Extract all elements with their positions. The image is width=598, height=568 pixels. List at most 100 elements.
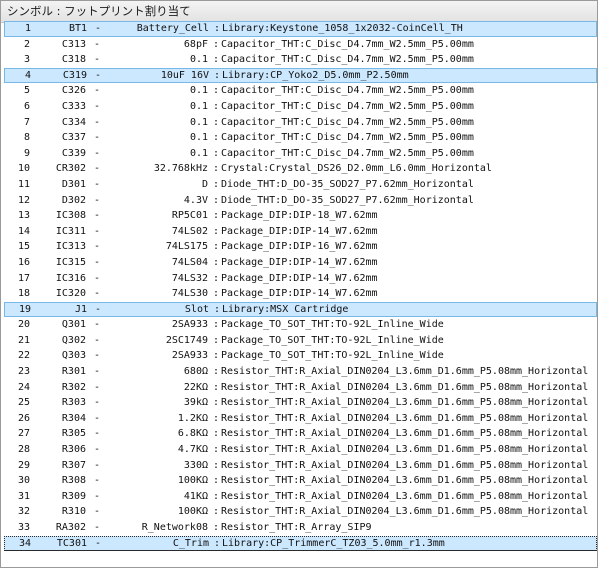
separator-colon: : [214,23,221,34]
list-item[interactable]: 12 D302- 4.3V: Diode_THT:D_DO-35_SOD27_P7.6… [4,193,597,209]
reference-designator: BT1 [68,23,87,34]
footprint-name: Package_DIP:DIP-14_W7.62mm [221,288,378,300]
separator-dash: - [94,116,101,128]
symbol-footprint-panel: シンボル : フットプリント割り当て 1 BT1- Battery_Cell: Lib… [0,0,598,568]
row-number: 1 [24,23,31,34]
list-item[interactable]: 33 RA302- R_Network08: Resistor_THT:R_Array… [4,520,597,536]
separator-colon: : [214,303,221,315]
list-item[interactable]: 31 R309- 41KΩ: Resistor_THT:R_Axial_DIN0204… [4,489,597,505]
separator-dash: - [94,334,101,346]
reference-designator: R305 [61,428,86,440]
list-item[interactable]: 21 Q302- 2SC1749: Package_TO_SOT_THT:TO-92L… [4,333,597,349]
separator-colon: : [213,334,220,346]
footprint-name: Resistor_THT:R_Axial_DIN0204_L3.6mm_D1.6… [221,397,589,409]
footprint-name: Resistor_THT:R_Axial_DIN0204_L3.6mm_D1.6… [221,428,589,440]
separator-dash: - [94,256,101,268]
reference-designator: TC301 [56,537,87,549]
list-item[interactable]: 17 IC316- 74LS32: Package_DIP:DIP-14_W7.62m… [4,271,597,287]
component-value: 2SA933 [171,319,208,331]
reference-designator: C318 [61,54,86,66]
separator-colon: : [213,116,220,128]
list-item[interactable]: 28 R306- 4.7KΩ: Resistor_THT:R_Axial_DIN020… [4,442,597,458]
reference-designator: D301 [61,178,86,190]
footprint-name: Resistor_THT:R_Axial_DIN0204_L3.6mm_D1.6… [221,412,589,424]
footprint-name: Resistor_THT:R_Axial_DIN0204_L3.6mm_D1.6… [221,444,589,456]
list-item[interactable]: 4 C319- 10uF 16V: Library:CP_Yoko2_D5.0mm_P… [4,67,597,84]
reference-designator: IC311 [55,225,86,237]
list-item[interactable]: 6 C333- 0.1: Capacitor_THT:C_Disc_D4.7mm_W2… [4,99,597,115]
list-item[interactable]: 23 R301- 680Ω: Resistor_THT:R_Axial_DIN0204… [4,364,597,380]
footprint-name: Package_DIP:DIP-14_W7.62mm [221,225,378,237]
list-item[interactable]: 34 TC301- C_Trim: Library:CP_TrimmerC_TZ03_… [4,535,597,552]
list-item[interactable]: 14 IC311- 74LS02: Package_DIP:DIP-14_W7.62m… [4,224,597,240]
footprint-name: Capacitor_THT:C_Disc_D4.7mm_W2.5mm_P5.00… [221,54,474,66]
list-item[interactable]: 26 R304- 1.2KΩ: Resistor_THT:R_Axial_DIN020… [4,411,597,427]
row-number: 20 [17,319,30,331]
component-value: 0.1 [189,100,208,112]
list-item[interactable]: 11 D301- D: Diode_THT:D_DO-35_SOD27_P7.62mm… [4,177,597,193]
footprint-name: Diode_THT:D_DO-35_SOD27_P7.62mm_Horizont… [221,194,474,206]
footprint-name: Crystal:Crystal_DS26_D2.0mm_L6.0mm_Horiz… [221,163,492,175]
list-item[interactable]: 32 R310- 100KΩ: Resistor_THT:R_Axial_DIN020… [4,504,597,520]
list-item[interactable]: 27 R305- 6.8KΩ: Resistor_THT:R_Axial_DIN020… [4,426,597,442]
component-value: 330Ω [183,459,208,471]
list-item[interactable]: 30 R308- 100KΩ: Resistor_THT:R_Axial_DIN020… [4,473,597,489]
separator-dash: - [94,54,101,66]
row-number: 24 [17,381,30,393]
list-item[interactable]: 10 CR302- 32.768kHz: Crystal:Crystal_DS26_D… [4,161,597,177]
separator-colon: : [213,366,220,378]
separator-dash: - [94,459,101,471]
list-item[interactable]: 20 Q301- 2SA933: Package_TO_SOT_THT:TO-92L_… [4,317,597,333]
list-item[interactable]: 24 R302- 22KΩ: Resistor_THT:R_Axial_DIN0204… [4,380,597,396]
list-item[interactable]: 29 R307- 330Ω: Resistor_THT:R_Axial_DIN0204… [4,458,597,474]
reference-designator: J1 [74,303,87,315]
separator-colon: : [213,475,220,487]
list-item[interactable]: 1 BT1- Battery_Cell: Library:Keystone_1058_… [4,21,597,37]
list-item[interactable]: 8 C337- 0.1: Capacitor_THT:C_Disc_D4.7mm_W2… [4,130,597,146]
symbol-footprint-list[interactable]: 1 BT1- Battery_Cell: Library:Keystone_1058_… [4,21,597,552]
reference-designator: C334 [61,116,86,128]
list-item[interactable]: 25 R303- 39kΩ: Resistor_THT:R_Axial_DIN0204… [4,395,597,411]
list-item[interactable]: 18 IC320- 74LS30: Package_DIP:DIP-14_W7.62m… [4,286,597,302]
row-number: 27 [17,428,30,440]
separator-colon: : [213,147,220,159]
separator-colon: : [213,54,220,66]
component-value: 39kΩ [183,397,208,409]
separator-dash: - [94,366,101,378]
list-item[interactable]: 7 C334- 0.1: Capacitor_THT:C_Disc_D4.7mm_W2… [4,115,597,131]
row-number: 23 [17,366,30,378]
separator-colon: : [213,288,220,300]
list-item[interactable]: 13 IC308- RP5C01: Package_DIP:DIP-18_W7.62m… [4,208,597,224]
list-item[interactable]: 19 J1- Slot: Library:MSX Cartridge [4,301,597,318]
list-item[interactable]: 3 C318- 0.1: Capacitor_THT:C_Disc_D4.7mm_W2… [4,52,597,68]
separator-dash: - [95,23,102,34]
footprint-name: Capacitor_THT:C_Disc_D4.7mm_W2.5mm_P5.00… [221,132,474,144]
row-number: 2 [23,38,30,50]
row-number: 28 [17,444,30,456]
reference-designator: R310 [61,506,86,518]
component-value: 74LS02 [171,225,208,237]
list-item[interactable]: 16 IC315- 74LS04: Package_DIP:DIP-14_W7.62m… [4,255,597,271]
separator-colon: : [213,459,220,471]
list-item[interactable]: 9 C339- 0.1: Capacitor_THT:C_Disc_D4.7mm_W2… [4,146,597,162]
list-item[interactable]: 22 Q303- 2SA933: Package_TO_SOT_THT:TO-92L_… [4,348,597,364]
footprint-name: Capacitor_THT:C_Disc_D4.7mm_W2.5mm_P5.00… [221,38,474,50]
separator-dash: - [95,303,102,315]
separator-dash: - [94,178,101,190]
list-item[interactable]: 2 C313- 68pF: Capacitor_THT:C_Disc_D4.7mm_W… [4,37,597,53]
separator-colon: : [213,241,220,253]
separator-colon: : [213,178,220,190]
reference-designator: R303 [61,397,86,409]
separator-colon: : [213,132,220,144]
separator-colon: : [213,256,220,268]
component-value: 0.1 [189,54,208,66]
reference-designator: R309 [61,490,86,502]
reference-designator: C319 [62,69,87,81]
reference-designator: IC320 [55,288,86,300]
separator-dash: - [94,38,101,50]
list-item[interactable]: 15 IC313- 74LS175: Package_DIP:DIP-16_W7.62… [4,239,597,255]
list-item[interactable]: 5 C326- 0.1: Capacitor_THT:C_Disc_D4.7mm_W2… [4,83,597,99]
row-number: 5 [23,85,30,97]
separator-colon: : [213,100,220,112]
row-number: 29 [17,459,30,471]
